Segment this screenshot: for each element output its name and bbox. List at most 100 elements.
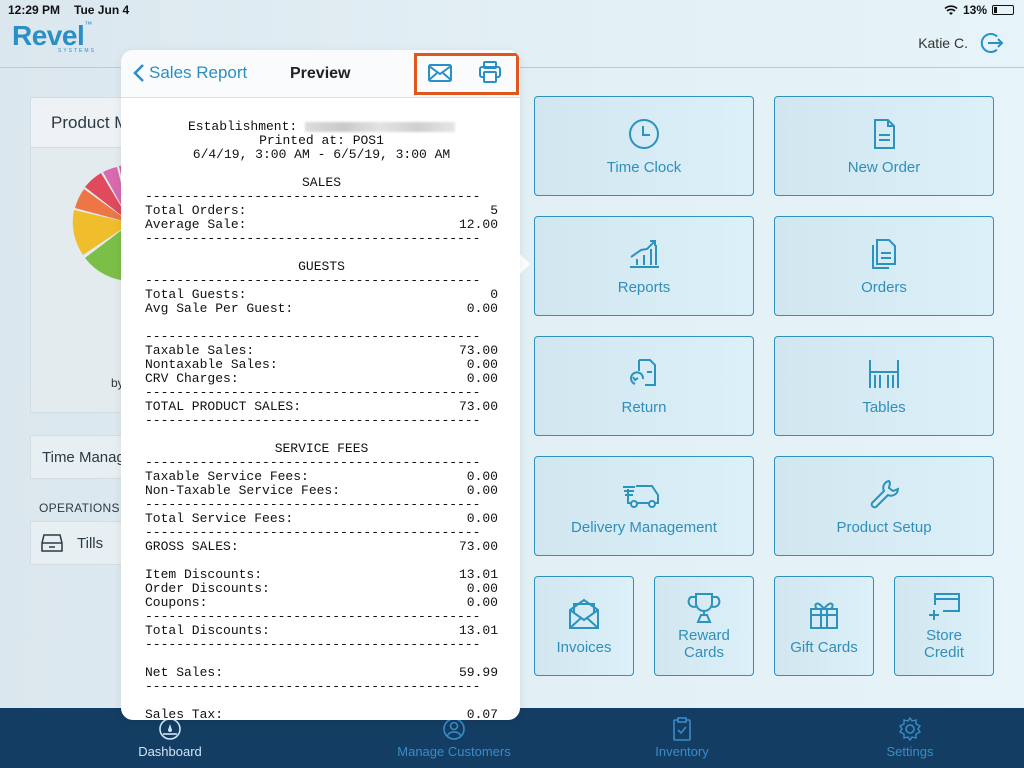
revel-logo: Revel™ SYSTEMS	[12, 20, 96, 54]
gift-icon	[810, 602, 838, 629]
back-label: Sales Report	[149, 63, 248, 82]
store-credit-label-1: Store	[926, 627, 962, 644]
printer-icon[interactable]	[479, 61, 501, 83]
receipt-row: Coupons: 0.00	[145, 595, 498, 610]
tables-label: Tables	[862, 398, 906, 416]
time-clock-tile[interactable]: Time Clock	[534, 96, 754, 196]
user-circle-icon	[443, 718, 465, 740]
logo-subtitle: SYSTEMS	[58, 48, 96, 54]
popover-header: Sales Report Preview	[121, 50, 520, 98]
tables-tile[interactable]: Tables	[774, 336, 994, 436]
envelope-icon[interactable]	[428, 63, 452, 83]
orders-tile[interactable]: Orders	[774, 216, 994, 316]
receipt-row: TOTAL PRODUCT SALES: 73.00	[145, 399, 498, 414]
wifi-icon	[944, 4, 958, 15]
status-time: 12:29 PM	[8, 3, 61, 17]
receipt-printed-at: Printed at: POS1	[259, 133, 384, 148]
divider: ----------------------------------------…	[145, 386, 481, 400]
receipt-preview: Establishment: Printed at: POS1 6/4/19, 3…	[121, 98, 520, 721]
invoices-label: Invoices	[556, 638, 612, 656]
divider: ----------------------------------------…	[145, 526, 481, 540]
divider: ----------------------------------------…	[145, 330, 481, 344]
product-setup-label: Product Setup	[836, 518, 932, 536]
product-setup-tile[interactable]: Product Setup	[774, 456, 994, 556]
battery-percent: 13%	[962, 3, 987, 17]
receipt-establishment: Establishment:	[145, 120, 498, 134]
time-management-card[interactable]: Time Management	[30, 435, 130, 479]
divider: ----------------------------------------…	[145, 498, 481, 512]
table-chairs-icon	[869, 359, 899, 388]
invoices-tile[interactable]: Invoices	[534, 576, 634, 676]
reward-cards-label-1: Reward	[678, 627, 730, 644]
document-icon	[874, 118, 895, 149]
status-bar: 12:29 PM Tue Jun 4 13%	[0, 0, 1024, 20]
new-order-label: New Order	[847, 158, 921, 176]
tills-item[interactable]: Tills	[30, 521, 130, 565]
reports-label: Reports	[617, 278, 671, 296]
chevron-left-icon	[133, 64, 144, 82]
divider: ----------------------------------------…	[145, 680, 481, 694]
tills-label: Tills	[77, 534, 104, 552]
receipt-row: CRV Charges: 0.00	[145, 371, 498, 386]
divider: ----------------------------------------…	[145, 414, 481, 428]
popover-title: Preview	[290, 65, 351, 82]
divider: ----------------------------------------…	[145, 638, 481, 652]
establishment-label: Establishment:	[187, 119, 298, 134]
product-mix-card[interactable]: Product Mix by	[30, 97, 141, 413]
gift-cards-tile[interactable]: Gift Cards	[774, 576, 874, 676]
section-guests: GUESTS	[298, 259, 345, 274]
card-plus-icon	[929, 593, 960, 620]
divider: ----------------------------------------…	[145, 274, 481, 288]
user-name: Katie C.	[918, 35, 968, 51]
section-service-fees: SERVICE FEES	[274, 441, 369, 456]
sales-report-popover: Sales Report Preview Establishment: Prin…	[121, 50, 520, 720]
delivery-van-icon	[623, 484, 659, 508]
back-button[interactable]: Sales Report	[133, 63, 247, 83]
tab-customers-label: Manage Customers	[397, 744, 511, 759]
store-credit-label-2: Credit	[923, 644, 964, 661]
establishment-name-redacted	[305, 121, 456, 132]
open-envelope-icon	[569, 598, 599, 629]
battery-icon	[992, 5, 1014, 15]
user-area: Katie C.	[918, 30, 1004, 56]
tab-settings[interactable]: Settings	[796, 708, 1024, 768]
tab-dashboard-label: Dashboard	[138, 744, 202, 759]
operations-label: OPERATIONS	[39, 501, 120, 515]
tab-inventory[interactable]: Inventory	[568, 708, 796, 768]
return-tile[interactable]: Return	[534, 336, 754, 436]
receipt-row: GROSS SALES: 73.00	[145, 539, 498, 554]
receipt-row: Average Sale: 12.00	[145, 217, 498, 232]
divider: ----------------------------------------…	[145, 610, 481, 624]
time-clock-label: Time Clock	[606, 158, 682, 176]
return-label: Return	[621, 398, 667, 416]
new-order-tile[interactable]: New Order	[774, 96, 994, 196]
status-right: 13%	[944, 3, 1014, 17]
reports-tile[interactable]: Reports	[534, 216, 754, 316]
delivery-management-tile[interactable]: Delivery Management	[534, 456, 754, 556]
documents-icon	[872, 238, 896, 269]
receipt-row: Taxable Sales: 73.00	[145, 343, 498, 358]
receipt-row: Nontaxable Sales: 0.00	[145, 357, 498, 372]
receipt-row: Net Sales: 59.99	[145, 665, 498, 680]
logo-tm: ™	[84, 20, 93, 29]
trophy-icon	[687, 593, 721, 623]
gear-icon	[898, 717, 922, 741]
divider: ----------------------------------------…	[145, 232, 481, 246]
receipt-row: Total Guests: 0	[145, 287, 498, 302]
receipt-row: Item Discounts: 13.01	[145, 567, 498, 582]
tab-inventory-label: Inventory	[655, 744, 709, 759]
gift-cards-label: Gift Cards	[790, 638, 858, 656]
logout-icon[interactable]	[978, 30, 1004, 56]
store-credit-tile[interactable]: Store Credit	[894, 576, 994, 676]
divider: ----------------------------------------…	[145, 456, 481, 470]
clock-icon	[629, 118, 659, 149]
dashboard-gauge-icon	[159, 718, 181, 740]
reward-cards-tile[interactable]: Reward Cards	[654, 576, 754, 676]
delivery-management-label: Delivery Management	[571, 518, 717, 536]
receipt-row: Total Service Fees: 0.00	[145, 511, 498, 526]
receipt-row: Sales Tax: 0.07	[145, 707, 498, 721]
return-document-icon	[630, 358, 656, 386]
product-mix-title: Product Mix	[31, 98, 129, 148]
receipt-row: Avg Sale Per Guest: 0.00	[145, 301, 498, 316]
receipt-row: Order Discounts: 0.00	[145, 581, 498, 596]
